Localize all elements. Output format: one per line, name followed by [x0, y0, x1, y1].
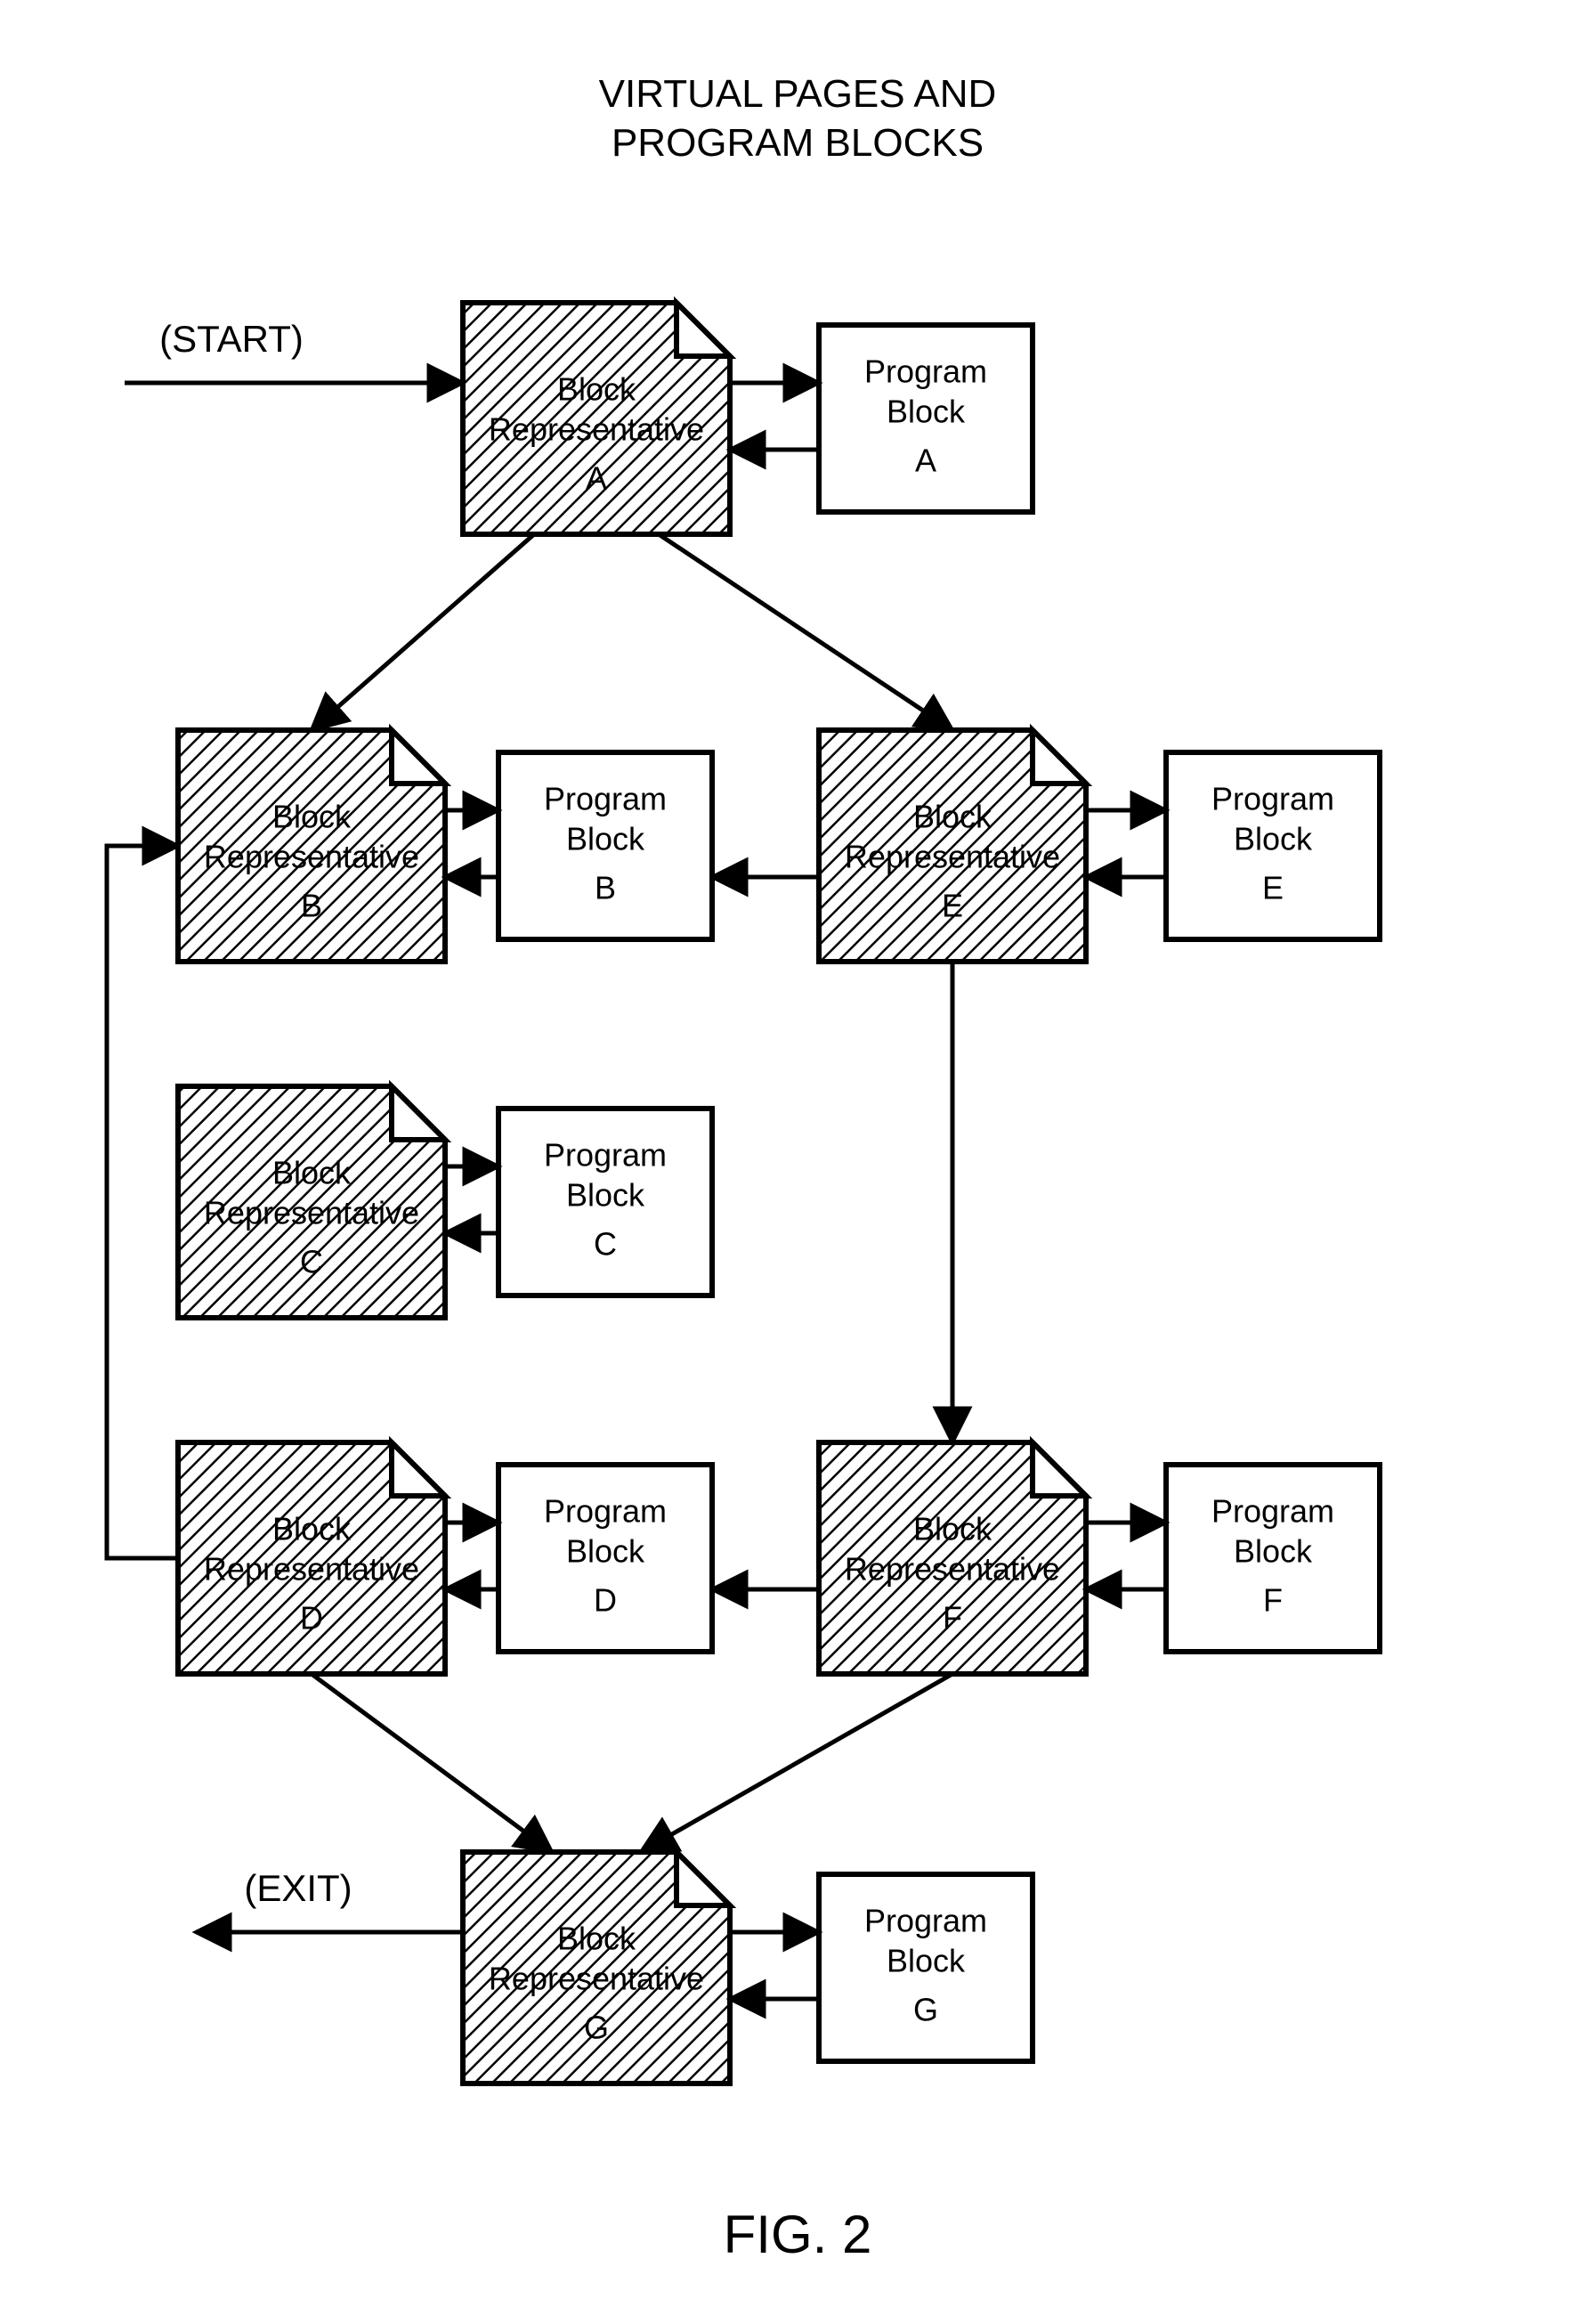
rep-a-l1: Block — [557, 371, 636, 408]
prog-f-l3: F — [1263, 1582, 1283, 1619]
rep-b-l1: Block — [272, 799, 352, 835]
prog-a-l3: A — [915, 443, 936, 479]
rep-b-l3: B — [301, 888, 322, 924]
rep-e-l1: Block — [913, 799, 992, 835]
rep-g-l1: Block — [557, 1921, 636, 1957]
prog-e-l2: Block — [1234, 821, 1313, 857]
title-line-2: PROGRAM BLOCKS — [612, 121, 984, 165]
start-label: (START) — [159, 318, 304, 360]
rep-f-l1: Block — [913, 1511, 992, 1547]
node-b: Block Representative B Program Block B — [178, 730, 712, 962]
rep-a-l3: A — [586, 460, 607, 497]
rep-c-l2: Representative — [204, 1195, 419, 1231]
prog-b-l3: B — [595, 870, 616, 906]
prog-b-l2: Block — [566, 821, 645, 857]
prog-c-l1: Program — [544, 1137, 667, 1174]
prog-e-l1: Program — [1211, 781, 1334, 817]
edge-a-to-b — [312, 534, 534, 730]
rep-f-l2: Representative — [845, 1551, 1060, 1588]
prog-f-l2: Block — [1234, 1533, 1313, 1570]
node-e: Block Representative E Program Block E — [819, 730, 1380, 962]
prog-d-l1: Program — [544, 1493, 667, 1530]
figure-caption: FIG. 2 — [724, 2205, 872, 2264]
prog-d-l2: Block — [566, 1533, 645, 1570]
edge-a-to-e — [659, 534, 952, 730]
prog-e-l3: E — [1262, 870, 1284, 906]
rep-d-l3: D — [300, 1600, 323, 1637]
prog-a-l2: Block — [887, 394, 966, 430]
prog-a-l1: Program — [864, 353, 987, 390]
prog-c-l3: C — [594, 1226, 617, 1263]
prog-d-l3: D — [594, 1582, 617, 1619]
node-c: Block Representative C Program Block C — [178, 1086, 712, 1318]
rep-c-l3: C — [300, 1244, 323, 1280]
rep-b-l2: Representative — [204, 839, 419, 875]
node-d: Block Representative D Program Block D — [178, 1442, 712, 1674]
prog-g-l3: G — [913, 1992, 938, 2028]
rep-a-l2: Representative — [489, 411, 704, 448]
node-g: Block Representative G Program Block G — [463, 1852, 1033, 2084]
rep-c-l1: Block — [272, 1155, 352, 1191]
rep-d-l2: Representative — [204, 1551, 419, 1588]
edge-f-to-g — [641, 1674, 952, 1852]
edge-d-loop-to-b — [107, 846, 178, 1558]
diagram-canvas: VIRTUAL PAGES AND PROGRAM BLOCKS FIG. 2 … — [0, 0, 1596, 2307]
prog-c-l2: Block — [566, 1177, 645, 1214]
edge-d-to-g — [312, 1674, 552, 1852]
node-f: Block Representative F Program Block F — [819, 1442, 1380, 1674]
prog-b-l1: Program — [544, 781, 667, 817]
title-line-1: VIRTUAL PAGES AND — [599, 72, 997, 116]
prog-g-l2: Block — [887, 1943, 966, 1979]
rep-f-l3: F — [943, 1600, 962, 1637]
prog-g-l1: Program — [864, 1903, 987, 1939]
exit-label: (EXIT) — [244, 1867, 352, 1909]
rep-e-l2: Representative — [845, 839, 1060, 875]
rep-e-l3: E — [942, 888, 963, 924]
rep-g-l3: G — [584, 2010, 609, 2046]
rep-g-l2: Representative — [489, 1961, 704, 1997]
rep-d-l1: Block — [272, 1511, 352, 1547]
prog-f-l1: Program — [1211, 1493, 1334, 1530]
node-a: Block Representative A Program Block A — [463, 303, 1033, 534]
